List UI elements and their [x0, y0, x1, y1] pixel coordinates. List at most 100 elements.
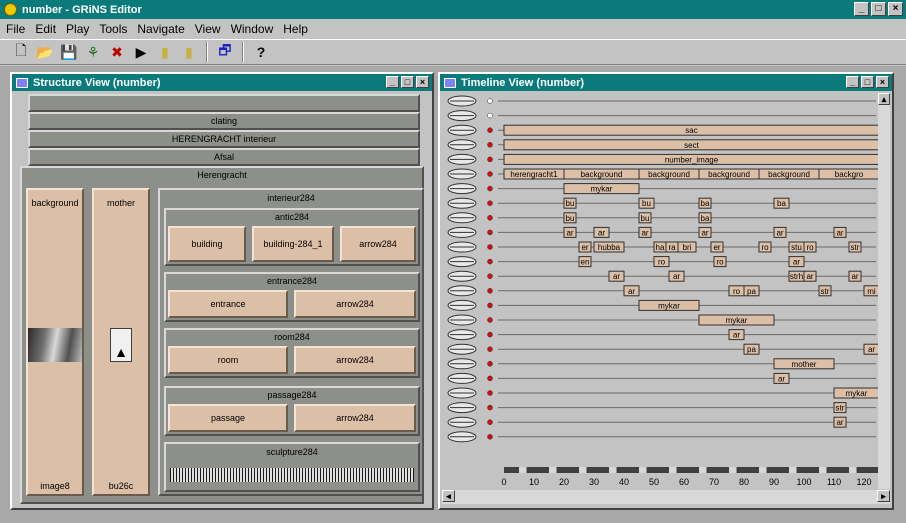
- room-node[interactable]: room284 room arrow284: [164, 328, 420, 378]
- timeline-bar-label: ar: [566, 228, 573, 237]
- timeline-ruler-segment: [669, 467, 677, 473]
- timeline-bar-label: mother: [792, 360, 817, 369]
- maximize-button[interactable]: □: [871, 2, 886, 16]
- timeline-bar-label: ar: [598, 228, 605, 237]
- timeline-ruler-segment: [639, 467, 647, 473]
- app-title-bar: number - GRiNS Editor _ □ ×: [0, 0, 906, 19]
- menu-file[interactable]: File: [6, 22, 25, 36]
- help-button[interactable]: ?: [250, 41, 272, 63]
- timeline-canvas[interactable]: sac sect number_image herengracht1 backgroun…: [442, 93, 878, 489]
- structure-bar-afsal[interactable]: Afsal: [28, 148, 420, 166]
- timeline-ruler-segment: [564, 467, 572, 473]
- structure-view-window: Structure View (number) _ □ × clating HE…: [10, 72, 434, 510]
- scroll-left-button[interactable]: ◂: [442, 490, 455, 502]
- scroll-right-button[interactable]: ▸: [877, 490, 890, 502]
- building-284-1-node[interactable]: building-284_1: [252, 226, 334, 262]
- toolbar-separator: [242, 42, 244, 62]
- menu-edit[interactable]: Edit: [35, 22, 56, 36]
- close-doc-button[interactable]: ✖: [106, 41, 128, 63]
- passage-item-node[interactable]: passage: [168, 404, 288, 432]
- timeline-minimize-button[interactable]: _: [846, 76, 859, 88]
- save-icon: 💾: [60, 43, 78, 60]
- timeline-channel-marker: [487, 331, 493, 338]
- structure-canvas[interactable]: clating HERENGRACHT interieur Afsal Here…: [14, 93, 430, 506]
- room-item-node[interactable]: room: [168, 346, 288, 374]
- menu-help[interactable]: Help: [283, 22, 308, 36]
- window-button[interactable]: 🗗: [214, 41, 236, 63]
- structure-bar-clating[interactable]: clating: [28, 112, 420, 130]
- timeline-ruler-segment: [864, 467, 872, 473]
- timeline-bar-label: ar: [613, 272, 620, 281]
- timeline-bar-label: er: [713, 243, 720, 252]
- menu-tools[interactable]: Tools: [99, 22, 127, 36]
- sculpture-node[interactable]: sculpture284: [164, 442, 420, 492]
- structure-bar-root[interactable]: [28, 94, 420, 112]
- timeline-bar-label: ba: [701, 214, 710, 223]
- passage-node[interactable]: passage284 passage arrow284: [164, 386, 420, 436]
- new-file-icon: 🗋: [15, 42, 27, 58]
- scroll-up-button[interactable]: ▴: [878, 93, 890, 105]
- save-button[interactable]: 💾: [58, 41, 80, 63]
- timeline-view-title-bar: Timeline View (number) _ □ ×: [440, 74, 892, 91]
- timeline-bar-label: sac: [685, 126, 697, 135]
- arrow284-antic-node[interactable]: arrow284: [340, 226, 416, 262]
- pause-button[interactable]: ▮: [154, 41, 176, 63]
- antic-node[interactable]: antic284 building building-284_1 arrow28…: [164, 208, 420, 266]
- timeline-tick-label: 70: [709, 477, 719, 487]
- menu-navigate[interactable]: Navigate: [137, 22, 184, 36]
- timeline-ruler-segment: [849, 467, 857, 473]
- minimize-button[interactable]: _: [854, 2, 869, 16]
- menu-window[interactable]: Window: [231, 22, 274, 36]
- mother-label: mother: [106, 198, 135, 208]
- mdi-workspace: Structure View (number) _ □ × clating HE…: [0, 66, 906, 523]
- timeline-bar-label: number_image: [665, 155, 719, 164]
- passage-label: passage284: [267, 390, 317, 400]
- timeline-bar-label: background: [581, 170, 623, 179]
- open-button[interactable]: 📂: [34, 41, 56, 63]
- herengracht-label: Herengracht: [197, 170, 247, 180]
- arrow284-room-node[interactable]: arrow284: [294, 346, 416, 374]
- timeline-ruler-segment: [624, 467, 632, 473]
- timeline-bar-label: ba: [701, 199, 710, 208]
- timeline-maximize-button[interactable]: □: [861, 76, 874, 88]
- toolbar-separator: [206, 42, 208, 62]
- stop-button[interactable]: ▮: [178, 41, 200, 63]
- interieur-node[interactable]: interieur284 antic284 building building-…: [158, 188, 424, 496]
- herengracht-node[interactable]: Herengracht background image8 mother ▲ b…: [20, 166, 424, 504]
- timeline-channel-marker: [487, 171, 493, 177]
- background-column[interactable]: background image8: [26, 188, 84, 496]
- building-node[interactable]: building: [168, 226, 246, 262]
- close-button[interactable]: ×: [888, 2, 903, 16]
- timeline-horizontal-scrollbar[interactable]: ◂ ▸: [442, 490, 890, 504]
- arrow284-passage-node[interactable]: arrow284: [294, 404, 416, 432]
- arrow284-entrance-node[interactable]: arrow284: [294, 290, 416, 318]
- entrance-node[interactable]: entrance284 entrance arrow284: [164, 272, 420, 322]
- menu-view[interactable]: View: [195, 22, 221, 36]
- menu-play[interactable]: Play: [66, 22, 89, 36]
- timeline-channel-marker: [487, 375, 493, 382]
- timeline-channel-marker: [487, 390, 493, 396]
- timeline-vertical-scrollbar[interactable]: ▴: [878, 93, 890, 489]
- structure-minimize-button[interactable]: _: [386, 76, 399, 88]
- mother-column[interactable]: mother ▲ bu26c: [92, 188, 150, 496]
- antic-label: antic284: [274, 212, 310, 222]
- timeline-tick-label: 100: [796, 477, 811, 487]
- structure-bar-herengracht-interieur[interactable]: HERENGRACHT interieur: [28, 130, 420, 148]
- entrance-item-node[interactable]: entrance: [168, 290, 288, 318]
- structure-maximize-button[interactable]: □: [401, 76, 414, 88]
- play-button[interactable]: ▶: [130, 41, 152, 63]
- timeline-bar-label: sect: [684, 141, 699, 150]
- triangle-icon: ▲: [114, 344, 128, 360]
- restore-button[interactable]: ⚘: [82, 41, 104, 63]
- timeline-bar-label: ar: [733, 331, 740, 340]
- timeline-bar-label: ar: [641, 228, 648, 237]
- timeline-ruler-segment: [774, 467, 782, 473]
- mother-bottom-label: bu26c: [108, 481, 134, 491]
- timeline-ruler-segment: [519, 467, 527, 473]
- timeline-ruler-segment: [699, 467, 707, 473]
- mother-thumbnail: ▲: [110, 328, 132, 362]
- timeline-ruler-segment: [804, 467, 812, 473]
- structure-close-button[interactable]: ×: [416, 76, 429, 88]
- timeline-close-button[interactable]: ×: [876, 76, 889, 88]
- new-file-button[interactable]: 🗋: [10, 41, 32, 63]
